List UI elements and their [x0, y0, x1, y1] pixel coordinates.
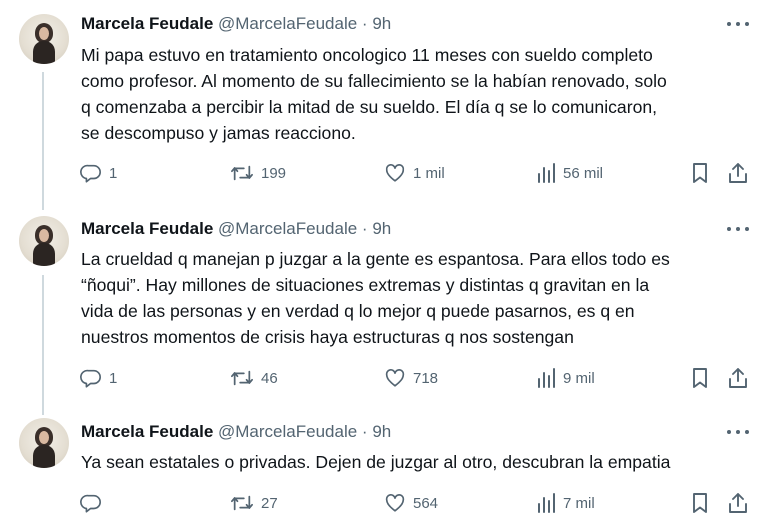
retweet-icon	[231, 370, 253, 386]
bookmark-button[interactable]	[690, 160, 710, 186]
tweet-text: La crueldad q manejan p juzgar a la gent…	[81, 249, 670, 347]
tweet-text: Ya sean estatales o privadas. Dejen de j…	[81, 452, 671, 472]
reply-icon	[80, 164, 101, 183]
like-button[interactable]: 564	[384, 490, 438, 516]
tweet-actions: 1 199 1 mil 56 mil	[0, 160, 770, 186]
like-count: 1 mil	[413, 164, 445, 182]
separator-dot: ·	[361, 14, 368, 33]
share-icon	[729, 493, 747, 513]
retweet-count: 199	[261, 164, 287, 182]
retweet-button[interactable]: 46	[230, 365, 278, 391]
avatar[interactable]	[19, 418, 69, 468]
tweet[interactable]: Marcela Feudale @MarcelaFeudale · 9h Mi …	[0, 0, 770, 200]
retweet-button[interactable]: 199	[230, 160, 286, 186]
reply-button[interactable]: 1	[80, 160, 117, 186]
share-icon	[729, 368, 747, 388]
views-button[interactable]: 7 mil	[536, 490, 595, 516]
bookmark-button[interactable]	[690, 490, 710, 516]
share-icon	[729, 163, 747, 183]
views-count: 7 mil	[563, 494, 595, 512]
views-count: 56 mil	[563, 164, 604, 182]
tweet[interactable]: Marcela Feudale @MarcelaFeudale · 9h Ya …	[0, 415, 770, 527]
more-icon[interactable]	[726, 425, 750, 439]
avatar[interactable]	[19, 14, 69, 64]
views-icon	[538, 368, 555, 388]
tweet-text: Mi papa estuvo en tratamiento oncologico…	[81, 45, 667, 143]
author-name[interactable]: Marcela Feudale	[81, 219, 213, 238]
reply-count: 1	[109, 164, 118, 182]
author-name[interactable]: Marcela Feudale	[81, 14, 213, 33]
tweet-header: Marcela Feudale @MarcelaFeudale · 9h	[81, 13, 391, 35]
author-name[interactable]: Marcela Feudale	[81, 422, 213, 441]
views-button[interactable]: 9 mil	[536, 365, 595, 391]
tweet-header: Marcela Feudale @MarcelaFeudale · 9h	[81, 218, 391, 240]
like-button[interactable]: 1 mil	[384, 160, 445, 186]
tweet-actions: 27 564 7 mil	[0, 490, 770, 516]
bookmark-button[interactable]	[690, 365, 710, 391]
author-handle[interactable]: @MarcelaFeudale	[218, 14, 357, 33]
views-icon	[538, 493, 555, 513]
views-icon	[538, 163, 555, 183]
tweet-time[interactable]: 9h	[372, 14, 391, 33]
tweet-time[interactable]: 9h	[372, 422, 391, 441]
separator-dot: ·	[361, 219, 368, 238]
reply-count: 1	[109, 369, 118, 387]
retweet-icon	[231, 165, 253, 181]
share-button[interactable]	[727, 365, 749, 391]
reply-button[interactable]	[80, 490, 109, 516]
share-button[interactable]	[727, 490, 749, 516]
tweet-time[interactable]: 9h	[372, 219, 391, 238]
retweet-icon	[231, 495, 253, 511]
reply-button[interactable]: 1	[80, 365, 117, 391]
retweet-button[interactable]: 27	[230, 490, 278, 516]
more-icon[interactable]	[726, 17, 750, 31]
views-button[interactable]: 56 mil	[536, 160, 603, 186]
tweet-header: Marcela Feudale @MarcelaFeudale · 9h	[81, 421, 391, 443]
retweet-count: 46	[261, 369, 278, 387]
views-count: 9 mil	[563, 369, 595, 387]
heart-icon	[385, 494, 405, 512]
like-button[interactable]: 718	[384, 365, 438, 391]
tweet-actions: 1 46 718 9 mil	[0, 365, 770, 391]
tweet[interactable]: Marcela Feudale @MarcelaFeudale · 9h La …	[0, 203, 770, 413]
author-handle[interactable]: @MarcelaFeudale	[218, 219, 357, 238]
reply-icon	[80, 369, 101, 388]
bookmark-icon	[693, 163, 707, 183]
avatar[interactable]	[19, 216, 69, 266]
retweet-count: 27	[261, 494, 278, 512]
bookmark-icon	[693, 368, 707, 388]
separator-dot: ·	[361, 422, 368, 441]
reply-icon	[80, 494, 101, 513]
like-count: 718	[413, 369, 439, 387]
heart-icon	[385, 164, 405, 182]
author-handle[interactable]: @MarcelaFeudale	[218, 422, 357, 441]
heart-icon	[385, 369, 405, 387]
bookmark-icon	[693, 493, 707, 513]
like-count: 564	[413, 494, 439, 512]
share-button[interactable]	[727, 160, 749, 186]
more-icon[interactable]	[726, 222, 750, 236]
